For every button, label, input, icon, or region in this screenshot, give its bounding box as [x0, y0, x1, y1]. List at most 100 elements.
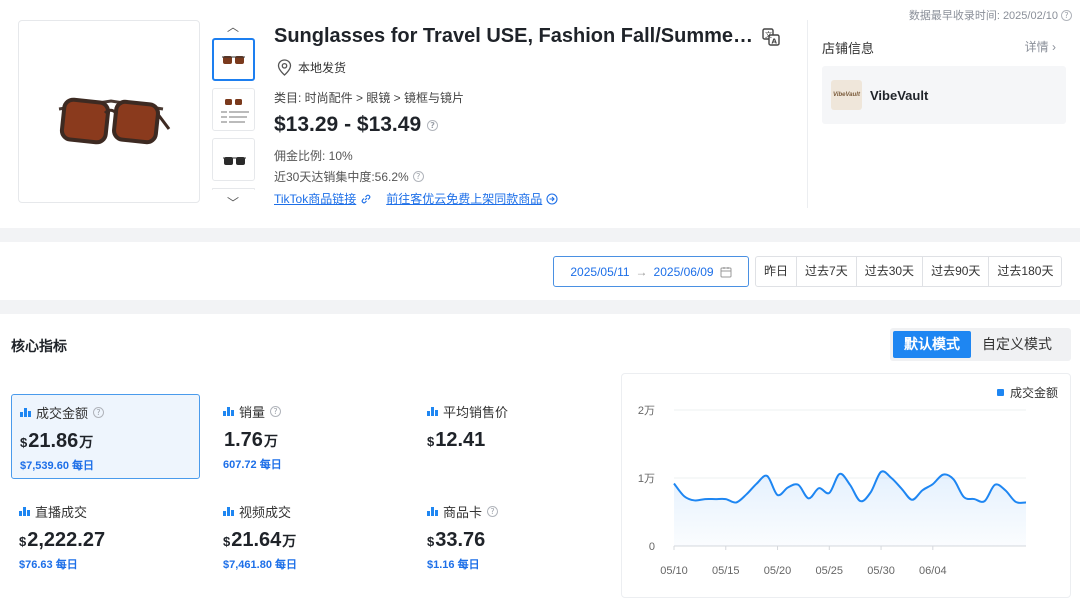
- series-area: [674, 471, 1026, 546]
- thumbnail-2[interactable]: [212, 88, 255, 131]
- y-tick-label: 0: [649, 541, 655, 553]
- metric-currency: $: [427, 434, 435, 449]
- metric-card-product-card-sales[interactable]: 商品卡? $33.76 $1.16 每日: [419, 494, 608, 579]
- help-icon[interactable]: ?: [93, 407, 105, 418]
- thumbnail-4[interactable]: [212, 188, 255, 190]
- metric-value: $33.76: [427, 529, 600, 552]
- sunglasses-image: [58, 97, 171, 145]
- category-breadcrumb: 类目: 时尚配件 > 眼镜 > 镜框与镜片: [274, 91, 465, 105]
- help-icon[interactable]: ?: [427, 119, 439, 131]
- metric-unit: 万: [263, 433, 278, 449]
- price-range: $13.29 - $13.49 ?: [274, 113, 439, 137]
- metric-label-text: 视频成交: [239, 505, 292, 520]
- product-panel: 数据最早收录时间: 2025/02/10 ? ︿ ﹀ Sunglasses fo…: [0, 0, 1080, 228]
- metric-card-avg-price[interactable]: 平均销售价 $12.41: [419, 394, 608, 479]
- metric-card-video-sales[interactable]: 视频成交 $21.64 万 $7,461.80 每日: [215, 494, 404, 579]
- metric-daily: 607.72 每日: [223, 459, 282, 471]
- bar-chart-icon: [19, 507, 30, 516]
- concentration-label: 近30天达销集中度:56.2%: [274, 170, 409, 184]
- svg-text:A: A: [772, 38, 778, 46]
- shop-card[interactable]: VibeVault VibeVault: [822, 66, 1066, 124]
- chevron-right-icon: ›: [1052, 40, 1056, 54]
- thumbnail-image: [222, 56, 245, 64]
- bar-chart-icon: [20, 408, 31, 417]
- bar-chart-icon: [427, 507, 438, 516]
- tiktok-product-link[interactable]: TikTok商品链接: [274, 190, 372, 207]
- metric-unit: 万: [282, 533, 297, 549]
- x-tick-label: 05/30: [867, 565, 895, 577]
- date-arrow: →: [635, 264, 648, 279]
- core-metrics-panel: 核心指标 默认模式 自定义模式 成交金额? $21.86 万 $7,539.60 每日…: [0, 314, 1080, 607]
- calendar-icon: [720, 266, 732, 277]
- range-yesterday[interactable]: 昨日: [756, 257, 796, 286]
- chevron-up-icon[interactable]: ︿: [225, 18, 241, 34]
- sales-concentration: 近30天达销集中度:56.2% ?: [274, 168, 424, 185]
- metric-number: 21.86: [28, 430, 79, 452]
- quick-range-group: 昨日 过去7天 过去30天 过去90天 过去180天: [755, 256, 1063, 287]
- core-metrics-title: 核心指标: [11, 338, 67, 354]
- metric-label: 直播成交: [19, 502, 192, 521]
- metric-card-live-sales[interactable]: 直播成交 $2,222.27 $76.63 每日: [11, 494, 200, 579]
- list-link-label: 前往客优云免费上架同款商品: [386, 192, 543, 206]
- metric-daily: $76.63 每日: [19, 559, 78, 571]
- metric-label: 平均销售价: [427, 402, 600, 421]
- metric-label: 成交金额?: [20, 403, 191, 422]
- y-tick-label: 1万: [638, 473, 655, 485]
- price-text: $13.29 - $13.49: [274, 113, 422, 136]
- chart-legend[interactable]: 成交金额: [996, 384, 1058, 401]
- earliest-label: 数据最早收录时间: 2025/02/10: [908, 10, 1058, 22]
- x-tick-label: 05/25: [816, 565, 844, 577]
- range-180-days[interactable]: 过去180天: [988, 257, 1061, 286]
- list-same-product-link[interactable]: 前往客优云免费上架同款商品: [386, 190, 558, 207]
- metric-currency: $: [20, 435, 28, 450]
- arrow-circle-icon: [546, 192, 558, 205]
- help-icon[interactable]: ?: [487, 506, 499, 517]
- help-icon[interactable]: ?: [412, 171, 424, 182]
- product-links: TikTok商品链接 前往客优云免费上架同款商品: [274, 190, 558, 207]
- metric-label-text: 成交金额: [36, 406, 89, 421]
- metric-label-text: 直播成交: [35, 505, 88, 520]
- x-tick-label: 05/20: [764, 565, 792, 577]
- date-start: 2025/05/11: [570, 264, 630, 279]
- thumbnail-image: [223, 157, 246, 165]
- help-icon[interactable]: ?: [1061, 9, 1072, 21]
- commission-rate: 佣金比例: 10%: [274, 149, 353, 163]
- shop-info-title: 店铺信息: [822, 41, 875, 56]
- metric-currency: $: [223, 534, 231, 549]
- thumbnail-3[interactable]: [212, 138, 255, 181]
- metric-card-gmv[interactable]: 成交金额? $21.86 万 $7,539.60 每日: [11, 394, 200, 479]
- x-tick-label: 06/04: [919, 565, 947, 577]
- mode-custom[interactable]: 自定义模式: [971, 331, 1063, 358]
- thumbnail-image: [221, 99, 249, 123]
- chevron-down-icon[interactable]: ﹀: [225, 194, 241, 210]
- date-range-picker[interactable]: 2025/05/11 → 2025/06/09: [553, 256, 749, 287]
- product-main-image: [18, 20, 200, 203]
- x-tick-label: 05/10: [660, 565, 688, 577]
- thumbnail-strip: ︿ ﹀: [211, 18, 256, 212]
- mode-toggle: 默认模式 自定义模式: [890, 328, 1071, 361]
- shop-logo: VibeVault: [831, 80, 862, 110]
- metric-value: $2,222.27: [19, 529, 192, 552]
- shop-detail-link[interactable]: 详情 ›: [1025, 38, 1056, 55]
- translate-icon[interactable]: 文 A: [762, 28, 780, 46]
- range-90-days[interactable]: 过去90天: [922, 257, 988, 286]
- thumbnail-1[interactable]: [212, 38, 255, 81]
- metric-number: 12.41: [435, 429, 486, 451]
- help-icon[interactable]: ?: [270, 406, 282, 417]
- tiktok-link-label: TikTok商品链接: [274, 192, 357, 206]
- metric-currency: $: [19, 534, 27, 549]
- metric-value: $21.64 万: [223, 529, 396, 552]
- metric-value: $21.86 万: [20, 430, 191, 453]
- shipping-label: 本地发货: [298, 61, 347, 75]
- mode-default[interactable]: 默认模式: [893, 331, 971, 358]
- date-filter-bar: 2025/05/11 → 2025/06/09 昨日 过去7天 过去30天 过去…: [0, 242, 1080, 300]
- range-30-days[interactable]: 过去30天: [855, 257, 922, 286]
- range-7-days[interactable]: 过去7天: [796, 257, 856, 286]
- metric-daily: $1.16 每日: [427, 559, 480, 571]
- metric-label-text: 销量: [239, 405, 266, 420]
- metric-unit: 万: [79, 434, 94, 450]
- metric-label-text: 商品卡: [443, 505, 483, 520]
- metric-daily: $7,539.60 每日: [20, 460, 94, 472]
- metric-card-sales-volume[interactable]: 销量? 1.76 万 607.72 每日: [215, 394, 404, 479]
- location-pin-icon: [277, 59, 292, 76]
